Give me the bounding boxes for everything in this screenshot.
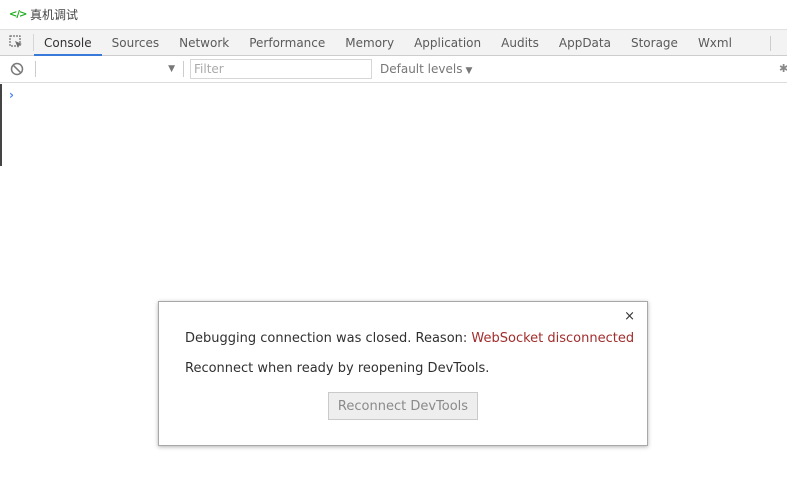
tab-audits[interactable]: Audits [491,30,549,55]
tab-console[interactable]: Console [34,30,102,56]
close-icon[interactable]: × [624,309,635,324]
tab-storage[interactable]: Storage [621,30,688,55]
log-levels-label: Default levels [380,62,463,76]
devtools-tab-bar: Console Sources Network Performance Memo… [0,29,787,56]
dropdown-triangle-icon: ▼ [465,66,473,76]
clear-console-icon[interactable] [10,62,24,76]
disconnect-reason: WebSocket disconnected [471,331,635,346]
tab-network[interactable]: Network [169,30,239,55]
dialog-reconnect-hint: Reconnect when ready by reopening DevToo… [185,361,490,376]
window-edge [0,84,2,166]
code-icon: </> [9,9,27,20]
filter-input[interactable] [190,59,372,79]
dialog-message: Debugging connection was closed. Reason:… [185,331,634,346]
log-levels-dropdown[interactable]: Default levels ▼ [380,62,472,76]
tab-bar-divider [770,36,771,51]
toolbar-divider [35,61,36,77]
console-prompt-icon: › [9,88,14,102]
connection-closed-dialog: × Debugging connection was closed. Reaso… [158,301,648,446]
inspect-element-button[interactable] [0,34,34,51]
tab-memory[interactable]: Memory [335,30,404,55]
tab-application[interactable]: Application [404,30,491,55]
reconnect-devtools-button[interactable]: Reconnect DevTools [328,392,478,420]
tab-performance[interactable]: Performance [239,30,335,55]
inspect-element-icon [9,35,22,48]
tab-appdata[interactable]: AppData [549,30,621,55]
dialog-message-prefix: Debugging connection was closed. Reason: [185,331,472,346]
console-toolbar: ▼ Default levels ▼ ✱ [0,56,787,83]
window-title: 真机调试 [30,8,79,22]
toolbar-divider [183,61,184,77]
tab-wxml[interactable]: Wxml [688,30,742,55]
gear-icon[interactable]: ✱ [779,62,787,75]
context-selector[interactable]: ▼ [37,60,179,78]
title-bar: </> 真机调试 [0,0,787,29]
dropdown-triangle-icon: ▼ [168,64,175,74]
tab-sources[interactable]: Sources [102,30,169,55]
